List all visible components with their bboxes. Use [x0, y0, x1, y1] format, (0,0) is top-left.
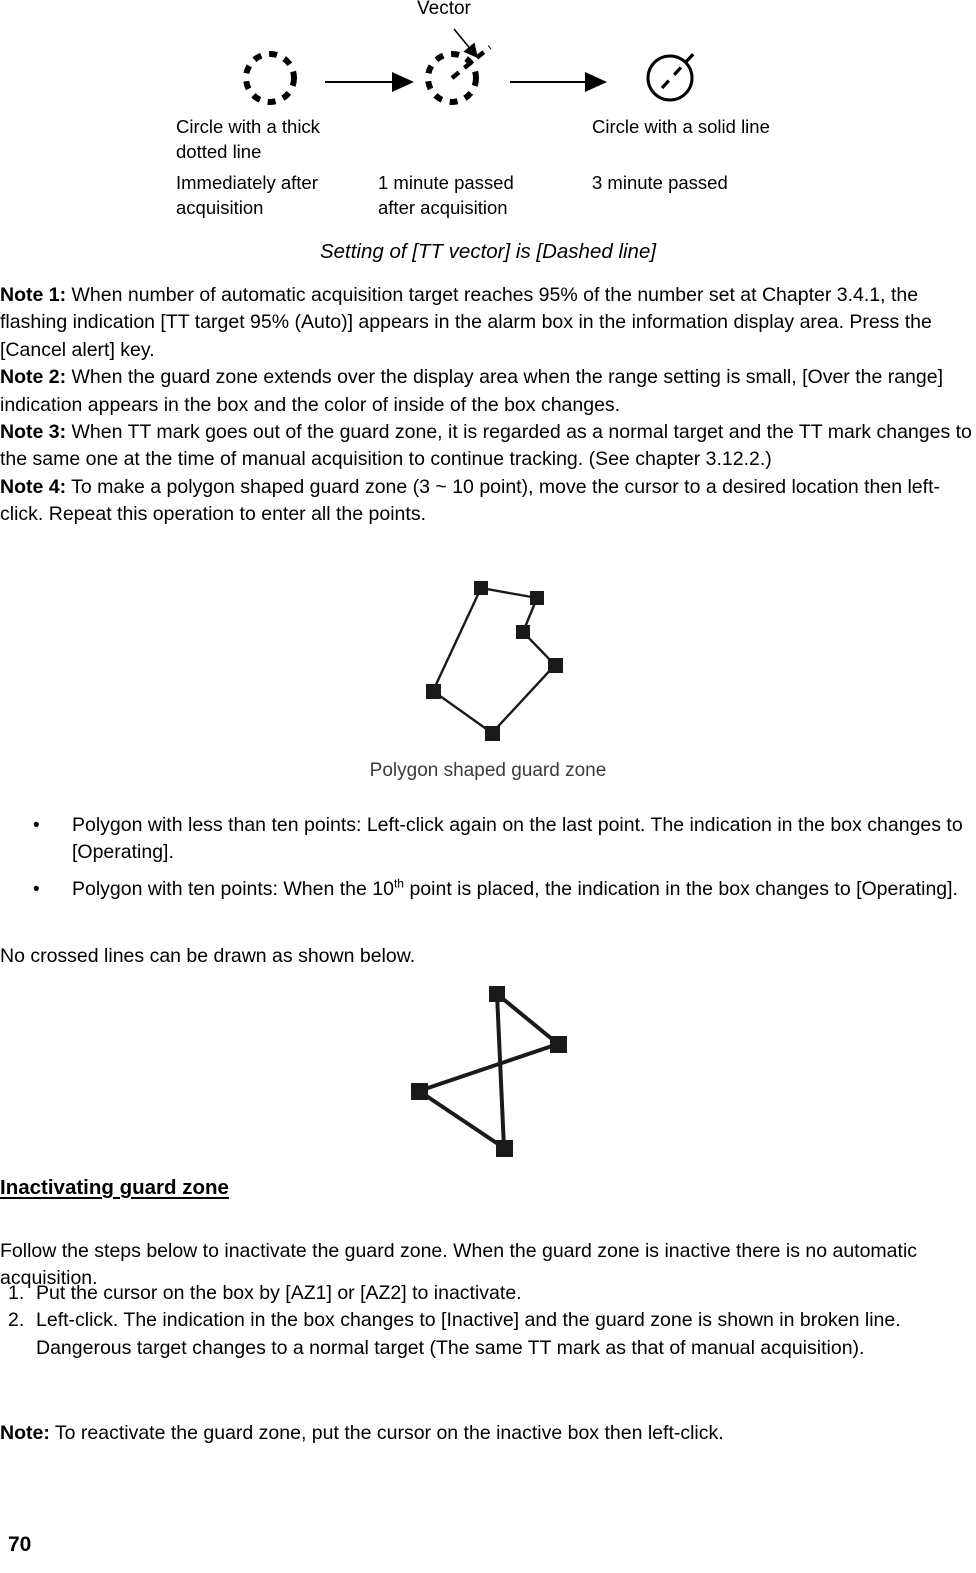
polygon-guard-zone-figure: [0, 570, 976, 745]
caption-three-minute-passed: 3 minute passed: [592, 172, 728, 193]
tt-mark-progression-figure: Vector Circle with a thick dotted line C…: [0, 0, 976, 232]
document-page: Vector Circle with a thick dotted line C…: [0, 0, 976, 1573]
note-4-text: To make a polygon shaped guard zone (3 ~…: [0, 475, 940, 526]
bullet-item-2-ordinal-suffix: th: [393, 876, 405, 891]
page-number: 70: [8, 1533, 32, 1556]
no-crossed-lines-text: No crossed lines can be drawn as shown b…: [0, 945, 416, 967]
bullet-marker-icon: •: [33, 878, 40, 900]
bullet-item-1-text: Polygon with less than ten points: Left-…: [72, 814, 963, 864]
note-2-text: When the guard zone extends over the dis…: [0, 366, 944, 416]
step-2-text: Left-click. The indication in the box ch…: [36, 1309, 901, 1359]
step-2-number: 2.: [8, 1309, 25, 1332]
no-crossed-lines-block: No crossed lines can be drawn as shown b…: [0, 943, 976, 970]
step-1: 1. Put the cursor on the box by [AZ1] or…: [0, 1280, 976, 1307]
figure-caption-tt-vector: Setting of [TT vector] is [Dashed line]: [319, 240, 657, 263]
reactivate-note-label: Note:: [0, 1421, 50, 1444]
caption-circle-thick-dotted: Circle with a thick dotted line: [176, 116, 320, 162]
bullet-item-2-text-post: point is placed, the indication in the b…: [404, 877, 958, 900]
polygon-outline: [431, 586, 557, 735]
inactivate-steps-list: 1. Put the cursor on the box by [AZ1] or…: [0, 1280, 976, 1362]
note-1: Note 1: When number of automatic acquisi…: [0, 282, 976, 364]
polygon-completion-bullets: • Polygon with less than ten points: Lef…: [0, 812, 976, 912]
crossed-lines-example-figure: [0, 980, 976, 1160]
section-heading-inactivating-guard-zone: Inactivating guard zone: [0, 1176, 229, 1199]
caption-one-minute-passed: 1 minute passed after acquisition: [378, 172, 514, 218]
crossed-lines-vertex-handles: [411, 986, 567, 1157]
note-3: Note 3: When TT mark goes out of the gua…: [0, 419, 976, 474]
step-1-text: Put the cursor on the box by [AZ1] or [A…: [36, 1282, 522, 1304]
reactivate-note: Note: To reactivate the guard zone, put …: [0, 1400, 976, 1466]
bullet-item-2: • Polygon with ten points: When the 10th…: [0, 876, 976, 903]
note-4: Note 4: To make a polygon shaped guard z…: [0, 474, 976, 529]
caption-circle-solid: Circle with a solid line: [592, 116, 770, 137]
bullet-marker-icon: •: [33, 815, 40, 836]
circle-thick-dotted: [243, 51, 297, 105]
bullet-item-1: • Polygon with less than ten points: Lef…: [0, 812, 976, 867]
reactivate-note-text: To reactivate the guard zone, put the cu…: [49, 1421, 724, 1444]
caption-immediately-after-acquisition: Immediately after acquisition: [176, 172, 318, 218]
note-4-label: Note 4:: [0, 475, 67, 498]
polygon-figure-caption: Polygon shaped guard zone: [369, 760, 607, 781]
crossed-lines-outline: [417, 992, 560, 1150]
step-2: 2. Left-click. The indication in the box…: [0, 1307, 976, 1362]
vector-label: Vector: [417, 0, 471, 19]
note-2-label: Note 2:: [0, 366, 67, 389]
note-3-label: Note 3:: [0, 421, 67, 444]
note-1-text: When number of automatic acquisition tar…: [0, 284, 932, 361]
notes-block: Note 1: When number of automatic acquisi…: [0, 282, 976, 529]
circle-solid-line: [646, 54, 694, 102]
note-2: Note 2: When the guard zone extends over…: [0, 364, 976, 419]
note-3-text: When TT mark goes out of the guard zone,…: [0, 421, 972, 471]
reactivate-note-paragraph: Note: To reactivate the guard zone, put …: [0, 1420, 976, 1447]
bullet-item-2-text-pre: Polygon with ten points: When the 10: [72, 877, 394, 900]
step-1-number: 1.: [8, 1282, 25, 1304]
note-1-label: Note 1:: [0, 284, 67, 306]
